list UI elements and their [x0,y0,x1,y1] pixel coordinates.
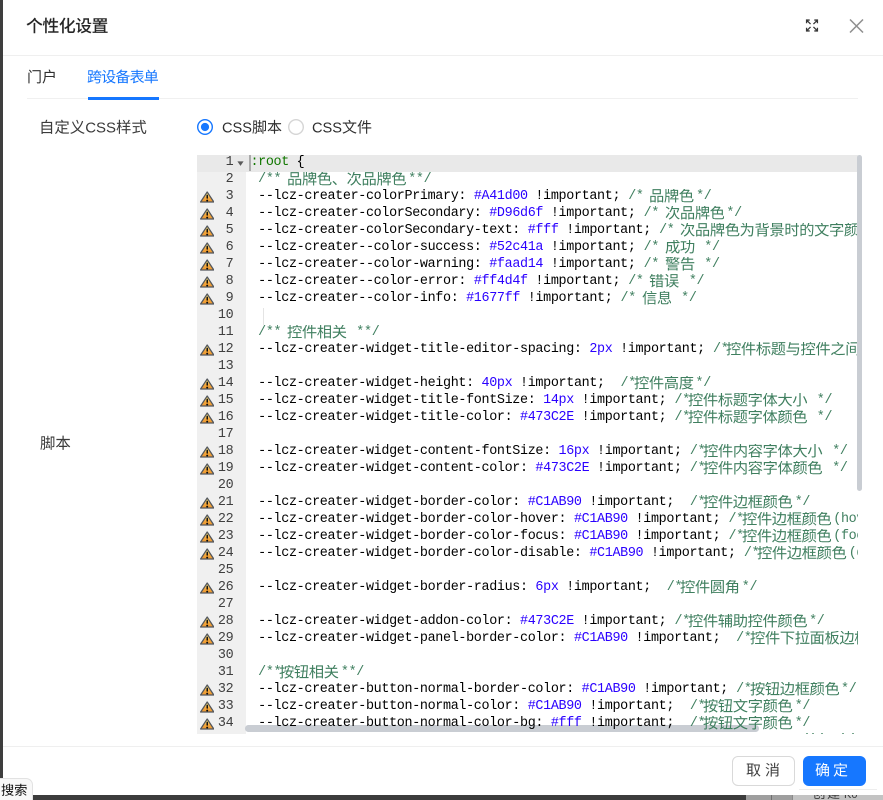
svg-text:CSS: CSS [222,120,252,136]
svg-text:CSS: CSS [85,119,116,136]
svg-text:K0: K0 [844,795,857,800]
svg-text:CSS: CSS [312,120,342,136]
